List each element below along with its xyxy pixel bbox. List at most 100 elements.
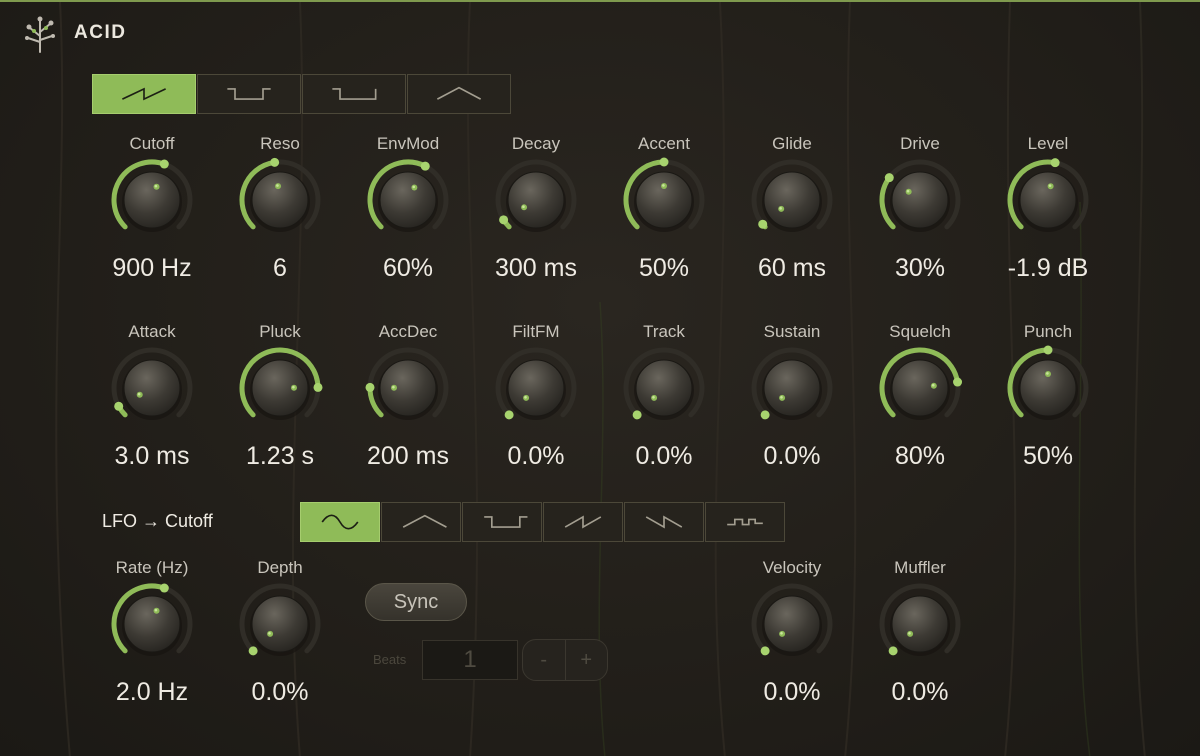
lfo-wave-saw-up-wave-button[interactable] <box>543 502 623 542</box>
velocity-knob[interactable] <box>748 580 836 668</box>
lfo-wave-sample-hold-wave-button[interactable] <box>705 502 785 542</box>
squelch-knob[interactable] <box>876 344 964 432</box>
rate-hz-label: Rate (Hz) <box>115 558 189 577</box>
header <box>22 14 58 54</box>
lfo-wave-sine-wave-button[interactable] <box>300 502 380 542</box>
level-knob-control: Level -1.9 dB <box>984 134 1112 304</box>
drive-knob[interactable] <box>876 156 964 244</box>
punch-value: 50% <box>1022 442 1074 470</box>
glide-label: Glide <box>772 134 812 153</box>
sustain-knob-control: Sustain 0.0% <box>728 322 856 492</box>
attack-label: Attack <box>128 322 176 341</box>
track-value: 0.0% <box>635 442 693 470</box>
decay-value: 300 ms <box>495 254 577 282</box>
depth-label: Depth <box>257 558 303 577</box>
beats-decrement-button[interactable]: - <box>523 640 565 680</box>
accent-knob-control: Accent 50% <box>600 134 728 304</box>
sine-wave-icon <box>321 514 359 530</box>
reso-knob-control: Reso 6 <box>216 134 344 304</box>
glide-knob-control: Glide 60 ms <box>728 134 856 304</box>
pluck-knob-control: Pluck 1.23 s <box>216 322 344 492</box>
depth-knob[interactable] <box>236 580 324 668</box>
depth-value: 0.0% <box>251 678 309 706</box>
punch-label: Punch <box>1023 322 1073 341</box>
decay-knob-control: Decay 300 ms <box>472 134 600 304</box>
square-wave-icon <box>484 516 528 528</box>
reso-label: Reso <box>260 134 300 153</box>
osc-wave-pulse-wave-button[interactable] <box>302 74 406 114</box>
oscillator-waveform-selector <box>92 74 512 114</box>
muffler-label: Muffler <box>894 558 946 577</box>
pluck-knob[interactable] <box>236 344 324 432</box>
attack-knob[interactable] <box>108 344 196 432</box>
beats-stepper: - + <box>522 639 608 681</box>
lfo-waveform-selector <box>300 502 786 542</box>
velocity-label: Velocity <box>762 558 822 577</box>
lfo-wave-saw-down-wave-button[interactable] <box>624 502 704 542</box>
level-knob[interactable] <box>1004 156 1092 244</box>
accdec-label: AccDec <box>378 322 438 341</box>
pulse-wave-icon <box>332 88 377 100</box>
lfo-wave-square-wave-button[interactable] <box>462 502 542 542</box>
rate-hz-knob-control: Rate (Hz) 2.0 Hz <box>88 558 216 728</box>
saw-up-wave-icon <box>564 515 602 529</box>
lfo-wave-triangle-wave-button[interactable] <box>381 502 461 542</box>
drive-value: 30% <box>894 254 946 282</box>
osc-wave-saw-wave-button[interactable] <box>92 74 196 114</box>
osc-wave-triangle-wave-button[interactable] <box>407 74 511 114</box>
sustain-value: 0.0% <box>763 442 821 470</box>
muffler-knob-control: Muffler 0.0% <box>856 558 984 728</box>
punch-knob[interactable] <box>1004 344 1092 432</box>
track-label: Track <box>643 322 685 341</box>
sustain-knob[interactable] <box>748 344 836 432</box>
sync-button[interactable]: Sync <box>365 583 467 621</box>
pluck-value: 1.23 s <box>245 442 315 470</box>
accent-value: 50% <box>638 254 690 282</box>
velocity-value: 0.0% <box>763 678 821 706</box>
accdec-value: 200 ms <box>367 442 449 470</box>
cutoff-knob[interactable] <box>108 156 196 244</box>
squelch-label: Squelch <box>889 322 951 341</box>
envmod-knob-control: EnvMod 60% <box>344 134 472 304</box>
cutoff-knob-control: Cutoff 900 Hz <box>88 134 216 304</box>
reso-value: 6 <box>273 254 287 282</box>
pluck-label: Pluck <box>259 322 301 341</box>
muffler-knob[interactable] <box>876 580 964 668</box>
squelch-knob-control: Squelch 80% <box>856 322 984 492</box>
squelch-value: 80% <box>894 442 946 470</box>
accent-label: Accent <box>638 134 690 153</box>
rate-hz-value: 2.0 Hz <box>115 678 189 706</box>
reso-knob[interactable] <box>236 156 324 244</box>
decay-knob[interactable] <box>492 156 580 244</box>
app-title: ACID <box>74 22 127 43</box>
muffler-value: 0.0% <box>891 678 949 706</box>
filtfm-label: FiltFM <box>512 322 560 341</box>
cutoff-value: 900 Hz <box>112 254 192 282</box>
sustain-label: Sustain <box>763 322 821 341</box>
rate-hz-knob[interactable] <box>108 580 196 668</box>
drive-label: Drive <box>900 134 940 153</box>
beats-increment-button[interactable]: + <box>564 640 608 680</box>
velocity-knob-control: Velocity 0.0% <box>728 558 856 728</box>
saw-down-wave-icon <box>645 515 683 529</box>
envmod-value: 60% <box>382 254 434 282</box>
saw-wave-icon <box>122 87 166 101</box>
cutoff-label: Cutoff <box>129 134 175 153</box>
envmod-label: EnvMod <box>376 134 440 153</box>
sample-hold-wave-icon <box>727 518 763 526</box>
track-knob[interactable] <box>620 344 708 432</box>
accent-knob[interactable] <box>620 156 708 244</box>
level-label: Level <box>1027 134 1069 153</box>
osc-wave-square-wave-button[interactable] <box>197 74 301 114</box>
accdec-knob[interactable] <box>364 344 452 432</box>
beats-label: Beats <box>373 652 407 667</box>
decay-label: Decay <box>511 134 561 153</box>
filtfm-knob[interactable] <box>492 344 580 432</box>
synth-panel: ACID Cutoff 900 Hz Reso 6 EnvMod 60% Dec… <box>0 0 1200 756</box>
plant-sprout-icon <box>25 16 55 53</box>
envmod-knob[interactable] <box>364 156 452 244</box>
drive-knob-control: Drive 30% <box>856 134 984 304</box>
beats-input[interactable]: 1 <box>422 640 518 680</box>
glide-knob[interactable] <box>748 156 836 244</box>
filtfm-value: 0.0% <box>507 442 565 470</box>
